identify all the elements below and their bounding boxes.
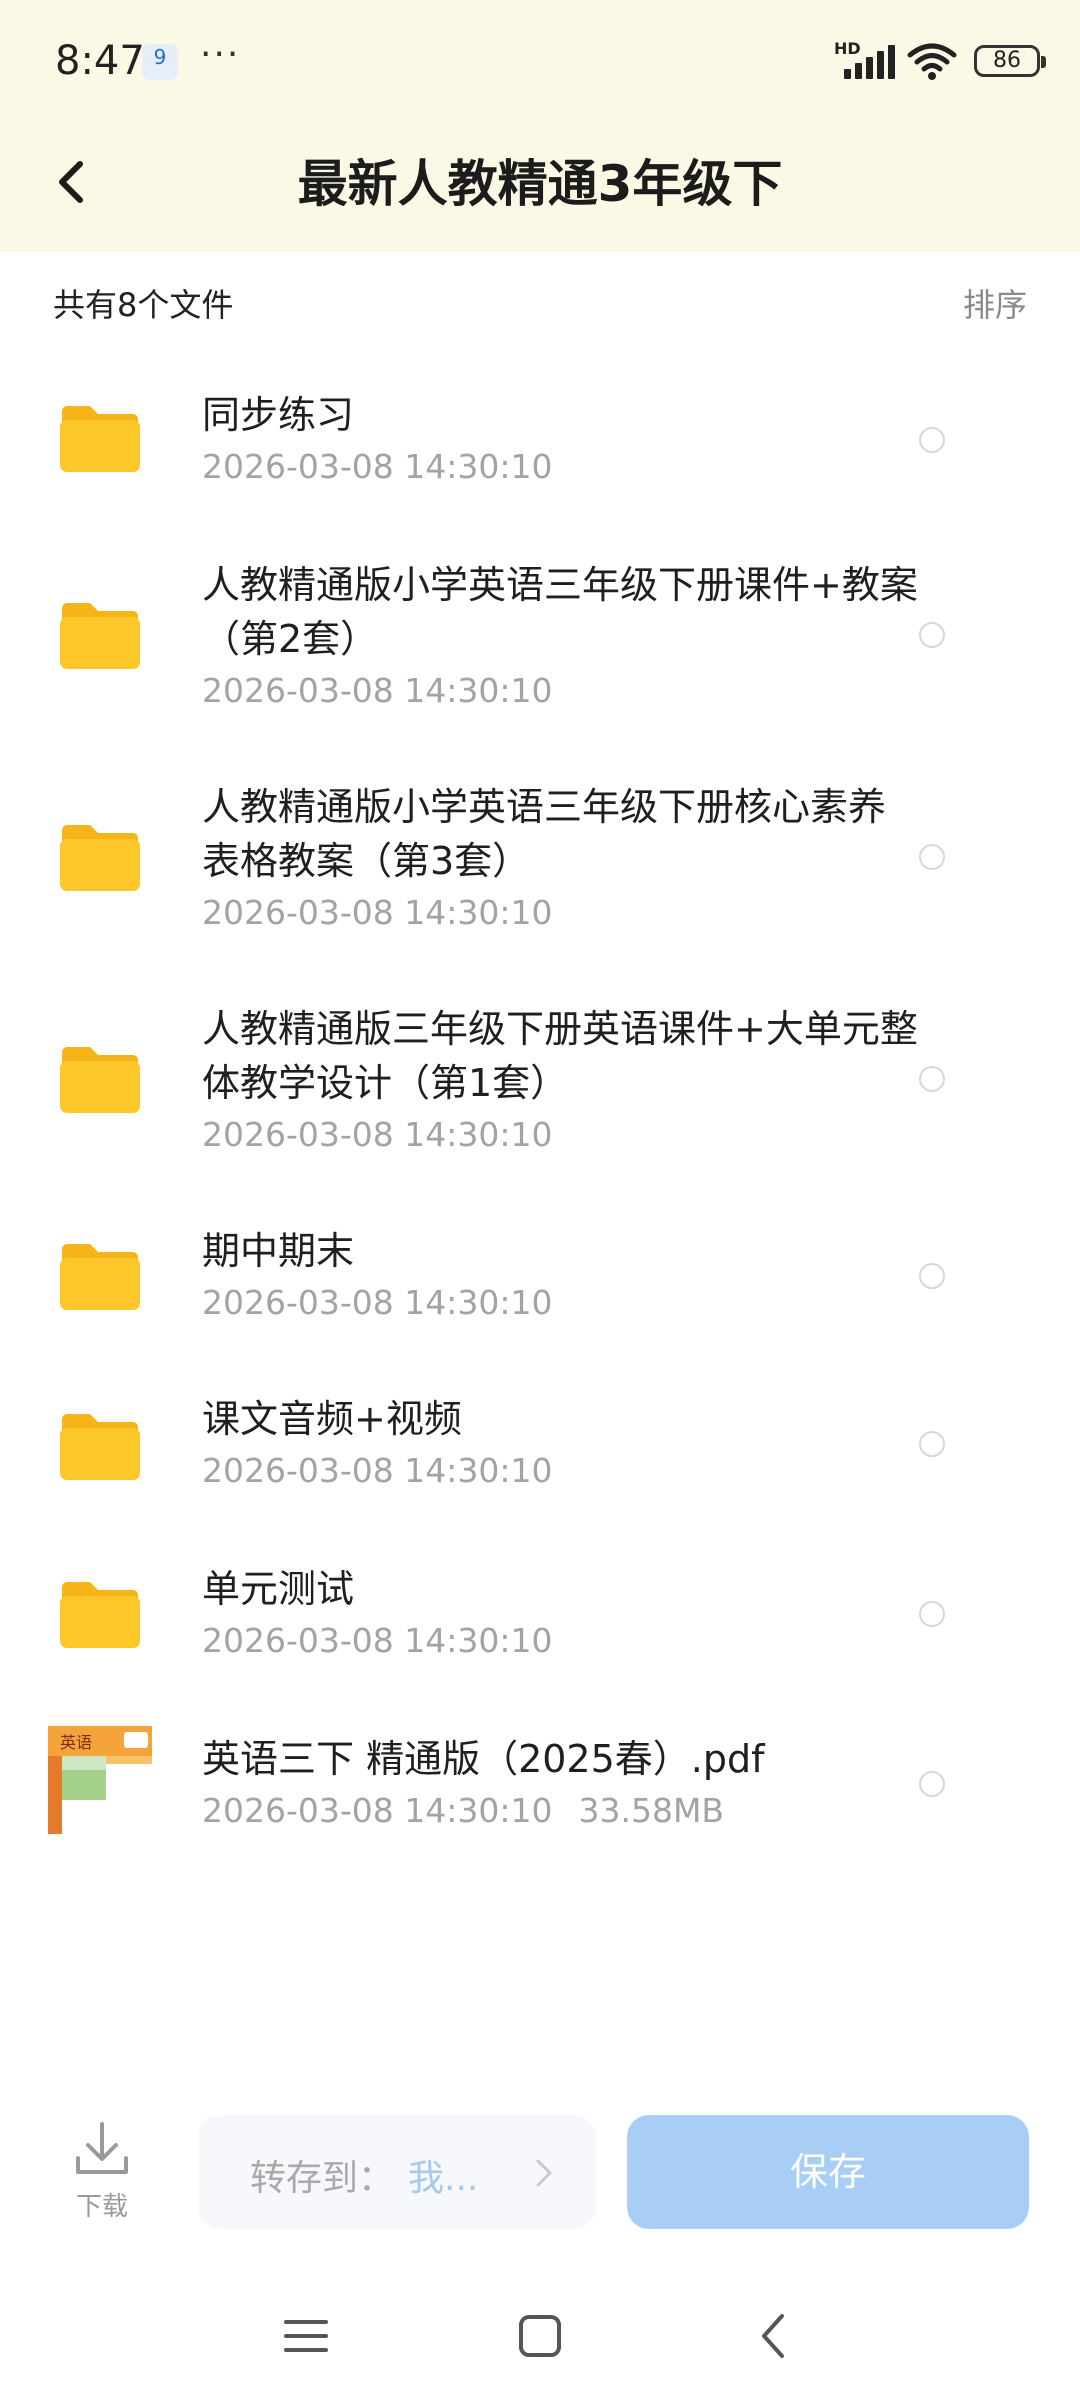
file-date: 2026-03-08 14:30:10 bbox=[202, 1621, 553, 1660]
select-radio[interactable] bbox=[919, 1771, 945, 1797]
file-row[interactable]: 人教精通版小学英语三年级下册课件+教案（第2套） 2026-03-08 14:3… bbox=[0, 524, 1080, 746]
calendar-badge-icon: 9 bbox=[142, 44, 178, 80]
file-date: 2026-03-08 14:30:10 bbox=[202, 1115, 553, 1154]
select-radio[interactable] bbox=[919, 622, 945, 648]
file-name: 期中期末 bbox=[202, 1229, 355, 1273]
action-bar: 下载 转存到： 我... 保存 bbox=[0, 2100, 1080, 2240]
pdf-thumb-title: 英语 bbox=[60, 1733, 92, 1752]
file-date: 2026-03-08 14:30:10 bbox=[202, 893, 553, 932]
page-title: 最新人教精通3年级下 bbox=[297, 155, 783, 213]
file-name: 人教精通版小学英语三年级下册课件+教案（第2套） bbox=[202, 563, 918, 661]
folder-icon bbox=[60, 1414, 140, 1480]
file-date: 2026-03-08 14:30:10 bbox=[202, 1283, 553, 1322]
back-nav-icon[interactable] bbox=[744, 2306, 804, 2366]
status-indicators: HD 86 bbox=[834, 36, 1046, 86]
file-row[interactable]: 课文音频+视频 2026-03-08 14:30:10 bbox=[0, 1360, 1080, 1528]
select-radio[interactable] bbox=[919, 1066, 945, 1092]
status-time: 8:47 bbox=[55, 38, 145, 84]
download-label: 下载 bbox=[75, 2192, 128, 2222]
file-name: 英语三下 精通版（2025春）.pdf bbox=[202, 1737, 765, 1781]
file-name: 人教精通版小学英语三年级下册核心素养表格教案（第3套） bbox=[202, 785, 887, 883]
select-radio[interactable] bbox=[919, 427, 945, 453]
folder-icon bbox=[60, 1244, 140, 1310]
chevron-right-icon bbox=[536, 2159, 552, 2187]
transfer-label: 转存到： bbox=[250, 2158, 395, 2199]
file-count: 共有8个文件 bbox=[53, 286, 234, 324]
file-row[interactable]: 期中期末 2026-03-08 14:30:10 bbox=[0, 1190, 1080, 1360]
file-date: 2026-03-08 14:30:10 bbox=[202, 1791, 553, 1830]
menu-icon[interactable] bbox=[276, 2306, 336, 2366]
home-icon[interactable] bbox=[510, 2306, 570, 2366]
nav-header: 最新人教精通3年级下 bbox=[0, 120, 1080, 252]
folder-icon bbox=[60, 406, 140, 472]
sort-button[interactable]: 排序 bbox=[963, 280, 1027, 326]
select-radio[interactable] bbox=[919, 1431, 945, 1457]
battery-indicator: 86 bbox=[974, 45, 1046, 77]
file-name: 同步练习 bbox=[202, 393, 355, 437]
file-row-pdf[interactable]: 英语 英语三下 精通版（2025春）.pdf 2026-03-08 14:30:… bbox=[0, 1698, 1080, 1870]
select-radio[interactable] bbox=[919, 844, 945, 870]
folder-icon bbox=[60, 825, 140, 891]
top-area: 8:47 9 ··· HD 86 最新人教精通3年级下 bbox=[0, 0, 1080, 252]
file-name: 课文音频+视频 bbox=[202, 1397, 462, 1441]
file-date: 2026-03-08 14:30:10 bbox=[202, 447, 553, 486]
system-nav-bar bbox=[0, 2270, 1080, 2400]
file-date: 2026-03-08 14:30:10 bbox=[202, 671, 553, 710]
list-header: 共有8个文件 排序 bbox=[0, 252, 1080, 352]
file-row[interactable]: 单元测试 2026-03-08 14:30:10 bbox=[0, 1528, 1080, 1698]
file-name: 人教精通版三年级下册英语课件+大单元整体教学设计（第1套） bbox=[202, 1007, 918, 1105]
save-button[interactable]: 保存 bbox=[627, 2115, 1029, 2229]
select-radio[interactable] bbox=[919, 1263, 945, 1289]
transfer-target: 我... bbox=[408, 2158, 479, 2199]
file-share-page: 8:47 9 ··· HD 86 最新人教精通3年级下 共有8个文件 排序 同步… bbox=[0, 0, 1080, 2400]
file-size: 33.58MB bbox=[578, 1791, 725, 1830]
folder-icon bbox=[60, 1582, 140, 1648]
folder-icon bbox=[60, 603, 140, 669]
more-notifications-icon: ··· bbox=[200, 34, 241, 75]
cellular-signal-icon: HD bbox=[834, 39, 895, 83]
file-row[interactable]: 同步练习 2026-03-08 14:30:10 bbox=[0, 352, 1080, 524]
calendar-badge-number: 9 bbox=[153, 45, 167, 69]
file-date: 2026-03-08 14:30:10 bbox=[202, 1451, 553, 1490]
file-row[interactable]: 人教精通版三年级下册英语课件+大单元整体教学设计（第1套） 2026-03-08… bbox=[0, 968, 1080, 1190]
download-button[interactable]: 下载 bbox=[62, 2120, 142, 2230]
status-bar: 8:47 9 ··· HD 86 bbox=[0, 0, 1080, 120]
download-icon bbox=[76, 2122, 128, 2174]
select-radio[interactable] bbox=[919, 1601, 945, 1627]
folder-icon bbox=[60, 1047, 140, 1113]
pdf-cover-thumbnail: 英语 bbox=[46, 1726, 154, 1834]
wifi-icon bbox=[907, 43, 957, 80]
transfer-to-button[interactable]: 转存到： 我... bbox=[198, 2115, 596, 2229]
file-name: 单元测试 bbox=[202, 1567, 355, 1611]
file-row[interactable]: 人教精通版小学英语三年级下册核心素养表格教案（第3套） 2026-03-08 1… bbox=[0, 746, 1080, 968]
